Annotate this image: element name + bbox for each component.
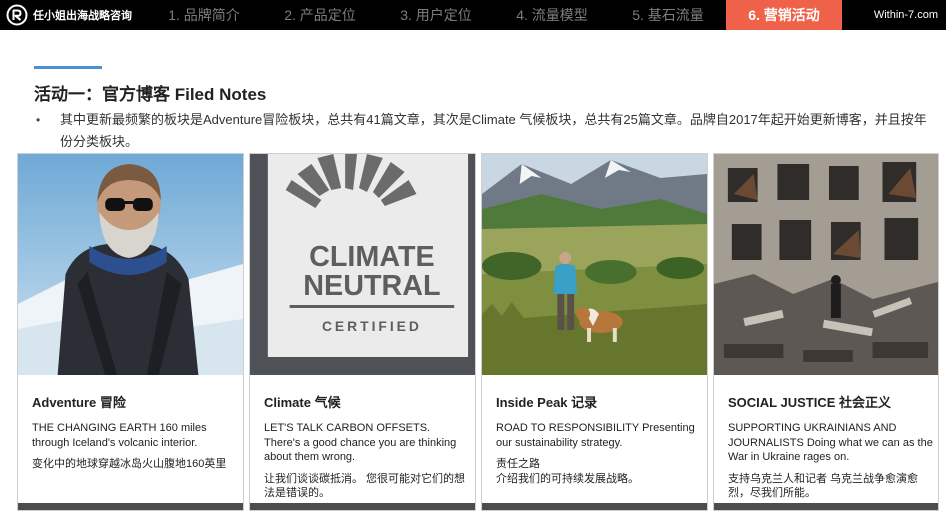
brand[interactable]: 任小姐出海战略咨询 <box>0 0 146 30</box>
damaged-building-photo <box>714 154 938 375</box>
tab-product-positioning[interactable]: 2. 产品定位 <box>262 0 378 30</box>
nav-tabs: 1. 品牌简介 2. 产品定位 3. 用户定位 4. 流量模型 5. 基石流量 … <box>146 0 842 30</box>
tab-brand-intro[interactable]: 1. 品牌简介 <box>146 0 262 30</box>
card-footer-bar <box>18 503 243 510</box>
tab-user-positioning[interactable]: 3. 用户定位 <box>378 0 494 30</box>
r-ring-logo-icon <box>6 4 28 26</box>
card-footer-bar <box>714 503 938 510</box>
section-title: 活动一：官方博客 Filed Notes <box>34 85 267 104</box>
bullet-dot: • <box>36 113 41 127</box>
card-description: ROAD TO RESPONSIBILITY Presenting our su… <box>496 421 701 486</box>
card-description-en: ROAD TO RESPONSIBILITY Presenting our su… <box>496 422 695 449</box>
card-inside-peak[interactable]: Inside Peak 记录 ROAD TO RESPONSIBILITY Pr… <box>481 153 708 511</box>
summary-bullet: • 其中更新最频繁的板块是Adventure冒险板块，总共有41篇文章，其次是C… <box>34 109 934 153</box>
adventure-photo <box>18 154 243 375</box>
card-title: Inside Peak 记录 <box>496 395 598 410</box>
badge-line-3: CERTIFIED <box>322 318 422 334</box>
climate-neutral-badge-image: CLIMATE NEUTRAL CERTIFIED <box>250 154 475 375</box>
card-description: THE CHANGING EARTH 160 miles through Ice… <box>32 421 237 472</box>
brand-name: 任小姐出海战略咨询 <box>33 10 132 22</box>
card-adventure[interactable]: Adventure 冒险 THE CHANGING EARTH 160 mile… <box>17 153 244 511</box>
card-description-en: SUPPORTING UKRAINIANS AND JOURNALISTS Do… <box>728 422 933 463</box>
card-footer-bar <box>482 503 707 510</box>
card-description-zh: 让我们谈谈碳抵消。 您很可能对它们的想法是错误的。 <box>264 472 466 500</box>
card-footer-bar <box>250 503 475 510</box>
card-description: LET'S TALK CARBON OFFSETS. There's a goo… <box>264 421 469 501</box>
card-title: Climate 气候 <box>264 395 341 410</box>
card-description-zh: 支持乌克兰人和记者 乌克兰战争愈演愈烈，尽我们所能。 <box>728 472 919 500</box>
card-title: SOCIAL JUSTICE 社会正义 <box>728 395 892 410</box>
top-nav-bar: 任小姐出海战略咨询 1. 品牌简介 2. 产品定位 3. 用户定位 4. 流量模… <box>0 0 946 30</box>
badge-line-2: NEUTRAL <box>303 270 440 302</box>
tab-marketing-activities[interactable]: 6. 营销活动 <box>726 0 842 30</box>
site-url[interactable]: Within-7.com <box>842 9 946 21</box>
card-climate[interactable]: CLIMATE NEUTRAL CERTIFIED Climate 气候 LET… <box>249 153 476 511</box>
card-description-zh: 变化中的地球穿越冰岛火山腹地160英里 <box>32 458 227 470</box>
badge-line-1: CLIMATE <box>309 241 435 273</box>
card-description-en: THE CHANGING EARTH 160 miles through Ice… <box>32 422 207 449</box>
tab-traffic-model[interactable]: 4. 流量模型 <box>494 0 610 30</box>
card-title: Adventure 冒险 <box>32 395 126 410</box>
title-accent-line <box>34 66 102 69</box>
card-description-en: LET'S TALK CARBON OFFSETS. There's a goo… <box>264 422 457 463</box>
card-description-zh: 责任之路 介绍我们的可持续发展战略。 <box>496 458 639 485</box>
card-description: SUPPORTING UKRAINIANS AND JOURNALISTS Do… <box>728 421 933 501</box>
card-social-justice[interactable]: SOCIAL JUSTICE 社会正义 SUPPORTING UKRAINIAN… <box>713 153 939 511</box>
blog-category-cards: Adventure 冒险 THE CHANGING EARTH 160 mile… <box>17 153 939 511</box>
mountain-field-photo <box>482 154 707 375</box>
summary-text: 其中更新最频繁的板块是Adventure冒险板块，总共有41篇文章，其次是Cli… <box>60 112 927 149</box>
tab-cornerstone-traffic[interactable]: 5. 基石流量 <box>610 0 726 30</box>
